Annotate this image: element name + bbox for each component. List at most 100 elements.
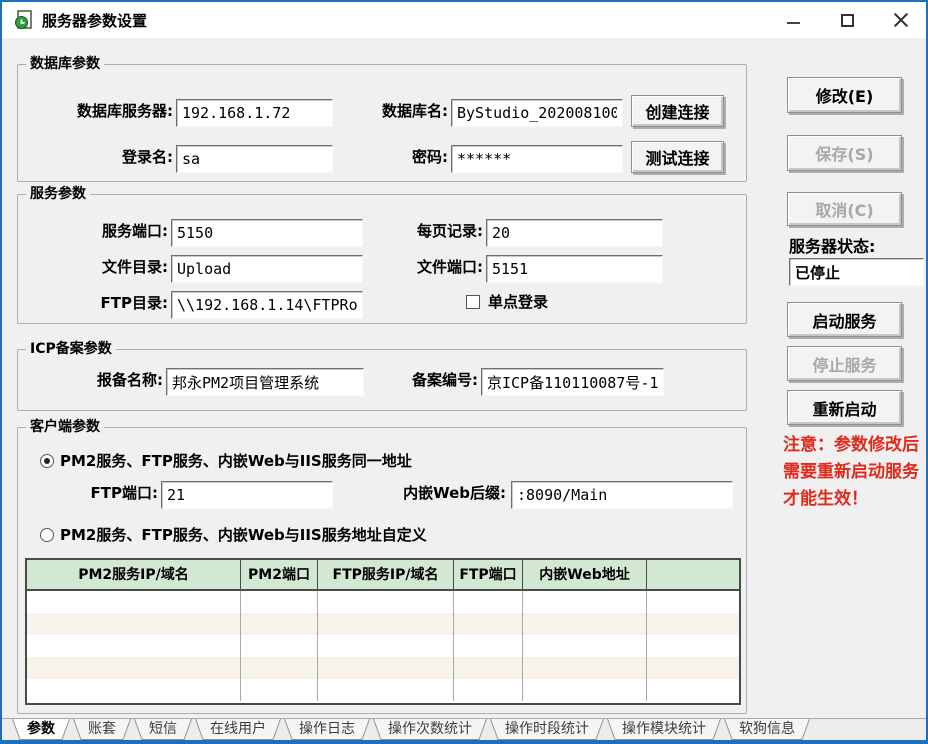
tab-短信[interactable]: 短信 [134,719,192,740]
test-connection-button[interactable]: 测试连接 [631,141,724,173]
file-port-input[interactable] [486,255,663,283]
restart-service-button[interactable]: 重新启动 [787,390,902,425]
tab-label: 账套 [88,721,116,737]
server-status-label: 服务器状态: [789,233,875,257]
server-status-field [789,258,924,286]
create-connection-button[interactable]: 创建连接 [631,95,724,127]
table-cell[interactable] [647,635,739,657]
ftp-dir-label: FTP目录: [26,289,168,317]
address-table-header: PM2服务IP/域名PM2端口FTP服务IP/域名FTP端口内嵌Web地址 [27,560,739,591]
table-cell[interactable] [318,591,454,613]
service-port-input[interactable] [171,219,363,247]
table-cell[interactable] [523,635,647,657]
radio-same-address[interactable] [40,454,54,468]
address-table-column-header[interactable]: PM2端口 [241,560,318,589]
radio-custom-address[interactable] [40,528,54,542]
table-row[interactable] [27,613,739,635]
minimize-icon[interactable] [784,11,802,29]
restart-warning-note: 注意：参数修改后需要重新启动服务才能生效！ [783,432,928,513]
address-table-column-header[interactable]: 内嵌Web地址 [523,560,647,589]
maximize-icon[interactable] [838,11,856,29]
table-cell[interactable] [318,679,454,701]
ftp-port-input[interactable] [161,481,333,509]
table-cell[interactable] [647,613,739,635]
web-suffix-input[interactable] [511,481,733,509]
db-server-input[interactable] [176,99,333,127]
table-cell[interactable] [241,613,318,635]
table-cell[interactable] [241,657,318,679]
table-cell[interactable] [318,657,454,679]
table-cell[interactable] [318,635,454,657]
server-settings-window: 服务器参数设置 数据库参数 数据库服务器: 数据库名: 创建连接 登录名: 密码… [0,0,928,744]
modify-button[interactable]: 修改(E) [787,77,902,113]
record-number-input[interactable] [481,368,664,396]
password-label: 密码: [328,143,448,171]
report-name-input[interactable] [166,368,364,396]
tab-在线用户[interactable]: 在线用户 [195,719,281,740]
table-row[interactable] [27,679,739,701]
db-server-label: 数据库服务器: [26,97,173,125]
table-row[interactable] [27,591,739,613]
tab-操作模块统计[interactable]: 操作模块统计 [607,719,721,740]
address-table-column-header[interactable] [647,560,739,589]
address-table-column-header[interactable]: PM2服务IP/域名 [27,560,241,589]
table-cell[interactable] [27,679,241,701]
table-cell[interactable] [647,679,739,701]
sso-checkbox[interactable] [466,295,480,309]
close-icon[interactable] [892,11,910,29]
note-line: 才能生效！ [783,486,928,513]
stop-service-button[interactable]: 停止服务 [787,346,902,381]
group-client-params: 客户端参数 PM2服务、FTP服务、内嵌Web与IIS服务同一地址 FTP端口:… [17,427,747,714]
start-service-button[interactable]: 启动服务 [787,302,902,337]
address-table-column-header[interactable]: FTP服务IP/域名 [318,560,454,589]
tab-操作次数统计[interactable]: 操作次数统计 [373,719,487,740]
table-cell[interactable] [241,635,318,657]
save-button[interactable]: 保存(S) [787,135,902,171]
group-database-params: 数据库参数 数据库服务器: 数据库名: 创建连接 登录名: 密码: 测试连接 [17,64,747,182]
table-cell[interactable] [647,591,739,613]
tab-label: 参数 [27,721,55,737]
group-icp-title: ICP备案参数 [26,340,116,358]
table-cell[interactable] [27,591,241,613]
tab-账套[interactable]: 账套 [73,719,131,740]
table-cell[interactable] [454,679,523,701]
cancel-button[interactable]: 取消(C) [787,192,902,226]
table-cell[interactable] [647,657,739,679]
file-dir-input[interactable] [171,255,363,283]
table-cell[interactable] [241,679,318,701]
table-row[interactable] [27,657,739,679]
table-cell[interactable] [454,613,523,635]
table-cell[interactable] [27,613,241,635]
table-cell[interactable] [454,657,523,679]
table-cell[interactable] [523,679,647,701]
table-cell[interactable] [27,635,241,657]
page-size-input[interactable] [486,219,663,247]
db-name-input[interactable] [451,99,623,127]
login-name-label: 登录名: [26,143,173,171]
window-controls [784,2,910,38]
service-port-label: 服务端口: [26,217,168,245]
table-cell[interactable] [27,657,241,679]
table-row[interactable] [27,635,739,657]
tab-软狗信息[interactable]: 软狗信息 [724,719,810,740]
tab-label: 操作日志 [299,721,355,737]
tab-操作时段统计[interactable]: 操作时段统计 [490,719,604,740]
app-icon [14,10,34,30]
window-title: 服务器参数设置 [42,10,147,31]
table-cell[interactable] [454,591,523,613]
table-cell[interactable] [318,613,454,635]
table-cell[interactable] [241,591,318,613]
tab-参数[interactable]: 参数 [12,719,70,740]
password-input[interactable] [451,145,623,173]
table-cell[interactable] [523,657,647,679]
tab-操作日志[interactable]: 操作日志 [284,719,370,740]
login-name-input[interactable] [176,145,333,173]
table-cell[interactable] [454,635,523,657]
table-cell[interactable] [523,613,647,635]
address-table-column-header[interactable]: FTP端口 [454,560,523,589]
group-icp-params: ICP备案参数 报备名称: 备案编号: [17,349,747,411]
tab-label: 操作时段统计 [505,721,589,737]
radio-custom-address-label: PM2服务、FTP服务、内嵌Web与IIS服务地址自定义 [60,522,427,548]
table-cell[interactable] [523,591,647,613]
ftp-dir-input[interactable] [171,291,363,319]
